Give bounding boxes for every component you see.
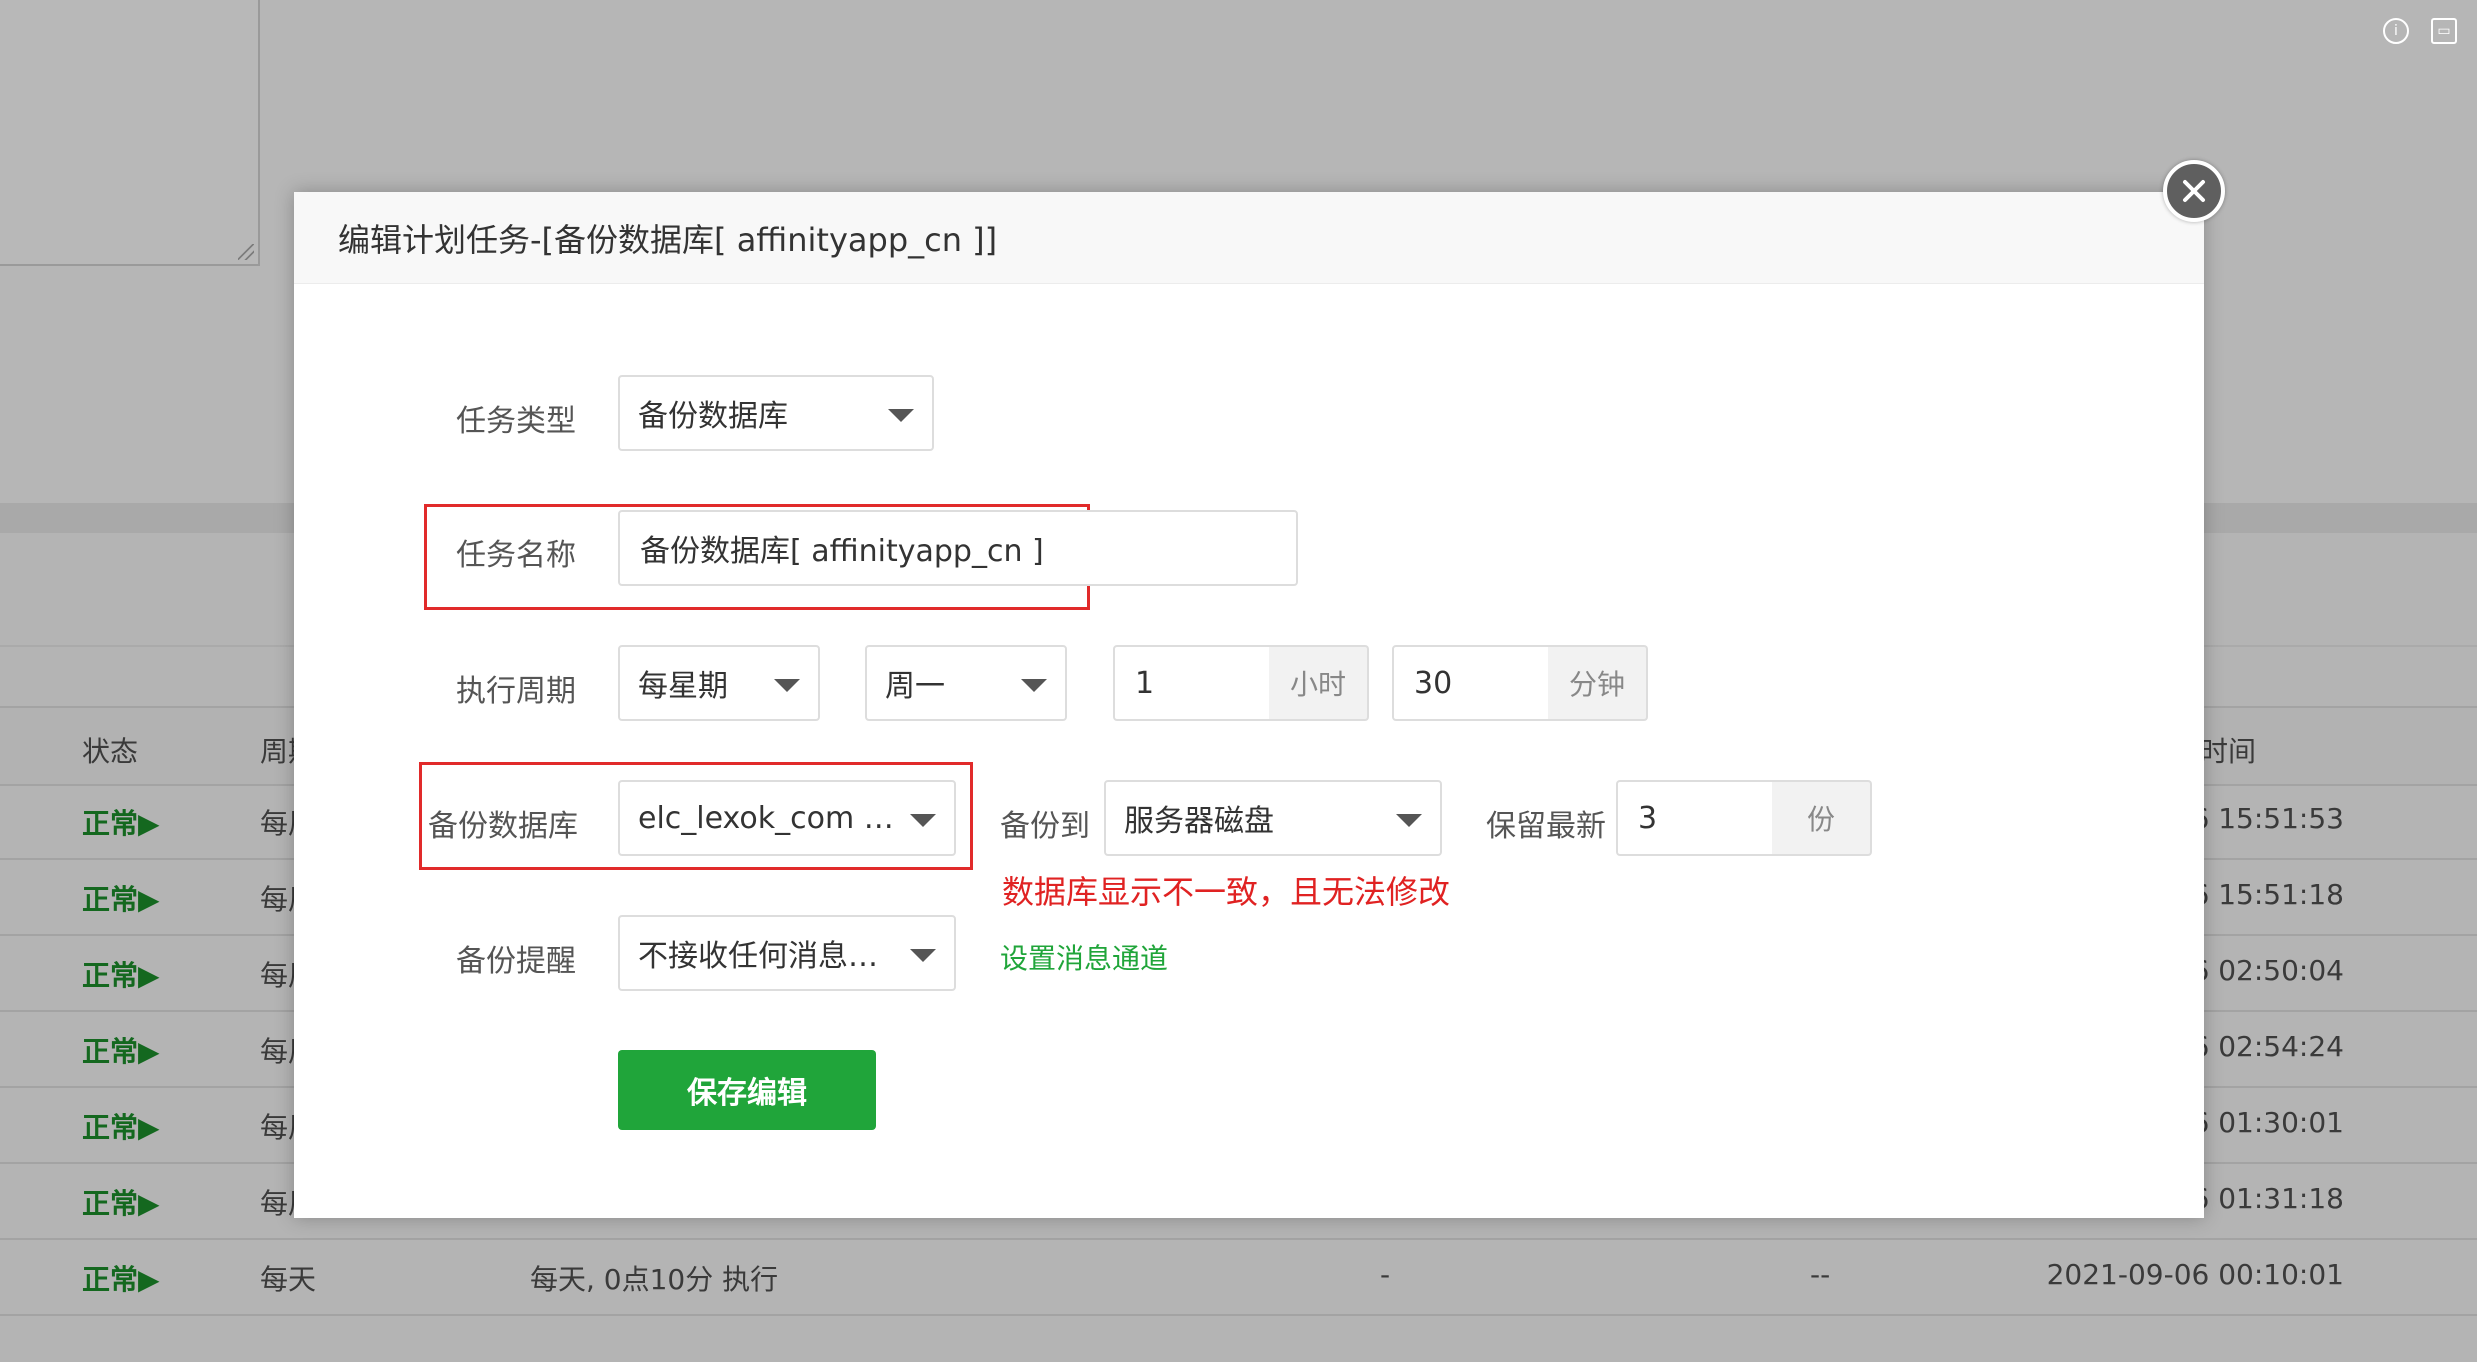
task-name-input[interactable] bbox=[618, 510, 1298, 586]
column-header-status: 状态 bbox=[82, 735, 139, 768]
warning-annotation: 数据库显示不一致，且无法修改 bbox=[1002, 873, 1451, 911]
chevron-down-icon bbox=[774, 679, 800, 692]
info-icon[interactable]: i bbox=[2383, 18, 2409, 44]
database-select[interactable]: elc_lexok_com [ elc... bbox=[618, 780, 956, 856]
chevron-down-icon bbox=[910, 814, 936, 827]
row-status[interactable]: 正常▶ bbox=[82, 1030, 160, 1070]
save-edit-button[interactable]: 保存编辑 bbox=[618, 1050, 876, 1130]
notify-select[interactable]: 不接收任何消息通知 bbox=[618, 915, 956, 991]
row-status[interactable]: 正常▶ bbox=[82, 954, 160, 994]
row-col4: - bbox=[1380, 1258, 1391, 1291]
top-right-icons: i ▭ bbox=[2383, 18, 2457, 44]
notify-label: 备份提醒 bbox=[456, 944, 576, 979]
row-description: 每天, 0点10分 执行 bbox=[530, 1263, 779, 1296]
close-icon bbox=[2183, 180, 2205, 202]
close-dialog-button[interactable] bbox=[2163, 160, 2225, 222]
chevron-down-icon bbox=[910, 949, 936, 962]
hour-input[interactable] bbox=[1113, 645, 1271, 721]
frequency-select[interactable]: 每星期 bbox=[618, 645, 820, 721]
chevron-down-icon bbox=[888, 409, 914, 422]
hour-unit: 小时 bbox=[1269, 645, 1369, 721]
edit-task-dialog: 编辑计划任务-[备份数据库[ affinityapp_cn ]] 任务类型 备份… bbox=[294, 192, 2204, 1218]
row-status[interactable]: 正常▶ bbox=[82, 1182, 160, 1222]
row-col5: -- bbox=[1810, 1258, 1831, 1291]
notify-value: 不接收任何消息通知 bbox=[638, 939, 908, 974]
row-status[interactable]: 正常▶ bbox=[82, 878, 160, 918]
keep-latest-unit: 份 bbox=[1772, 780, 1872, 856]
row-status[interactable]: 正常▶ bbox=[82, 1106, 160, 1146]
period-label: 执行周期 bbox=[456, 674, 576, 709]
database-value: elc_lexok_com [ elc... bbox=[638, 800, 954, 836]
minute-unit: 分钟 bbox=[1548, 645, 1648, 721]
dialog-header: 编辑计划任务-[备份数据库[ affinityapp_cn ]] bbox=[294, 192, 2204, 284]
database-label: 备份数据库 bbox=[428, 809, 578, 844]
chevron-down-icon bbox=[1021, 679, 1047, 692]
row-status[interactable]: 正常▶ bbox=[82, 1258, 160, 1298]
backup-to-select[interactable]: 服务器磁盘 bbox=[1104, 780, 1442, 856]
task-type-select[interactable]: 备份数据库 bbox=[618, 375, 934, 451]
set-message-channel-link[interactable]: 设置消息通道 bbox=[1000, 937, 1168, 977]
task-name-label: 任务名称 bbox=[456, 538, 576, 573]
row-last-run: 2021-09-06 00:10:01 bbox=[2046, 1258, 2344, 1291]
minute-input[interactable] bbox=[1392, 645, 1550, 721]
window-icon[interactable]: ▭ bbox=[2431, 18, 2457, 44]
backup-to-value: 服务器磁盘 bbox=[1124, 804, 1274, 839]
backup-to-label: 备份到 bbox=[1000, 809, 1090, 844]
row-status[interactable]: 正常▶ bbox=[82, 802, 160, 842]
column-header-time: 时间 bbox=[2200, 735, 2257, 768]
weekday-select[interactable]: 周一 bbox=[865, 645, 1067, 721]
resize-handle-icon bbox=[238, 244, 254, 260]
chevron-down-icon bbox=[1396, 814, 1422, 827]
keep-latest-label: 保留最新 bbox=[1486, 809, 1606, 844]
table-row: 正常▶ 每天 每天, 0点10分 执行 - -- 2021-09-06 00:10:01 bbox=[0, 1238, 2477, 1316]
row-cycle: 每天 bbox=[260, 1263, 317, 1296]
task-type-label: 任务类型 bbox=[456, 404, 576, 439]
background-textarea bbox=[0, 0, 260, 266]
dialog-title: 编辑计划任务-[备份数据库[ affinityapp_cn ]] bbox=[338, 220, 998, 259]
keep-latest-input[interactable] bbox=[1616, 780, 1774, 856]
